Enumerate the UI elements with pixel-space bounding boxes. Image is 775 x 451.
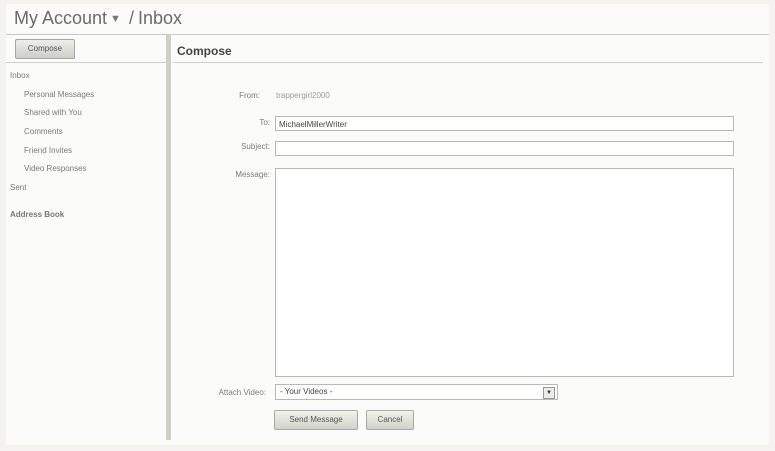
message-textarea[interactable] <box>275 168 734 377</box>
message-label: Message: <box>235 170 270 179</box>
sidebar-divider <box>6 62 166 63</box>
send-message-button[interactable]: Send Message <box>274 410 358 430</box>
sidebar-item-sent[interactable]: Sent <box>10 179 94 198</box>
subject-field[interactable] <box>275 141 734 156</box>
compose-button[interactable]: Compose <box>15 39 75 59</box>
attach-video-label: Attach Video: <box>218 388 266 397</box>
breadcrumb-separator: / <box>128 8 134 28</box>
to-label: To: <box>259 118 270 127</box>
page-title: Compose <box>177 44 232 58</box>
sidebar-item-video-responses[interactable]: Video Responses <box>10 160 94 179</box>
cancel-button[interactable]: Cancel <box>366 410 414 430</box>
sidebar-item-personal-messages[interactable]: Personal Messages <box>10 86 94 105</box>
subject-label: Subject: <box>241 142 270 151</box>
sidebar-item-address-book[interactable]: Address Book <box>10 206 94 225</box>
to-field[interactable]: MichaelMillerWriter <box>275 116 734 131</box>
page-header: My Account ▼ / Inbox <box>6 4 769 35</box>
sidebar-item-comments[interactable]: Comments <box>10 123 94 142</box>
chevron-down-icon[interactable]: ▼ <box>110 13 121 25</box>
attach-video-select[interactable]: - Your Videos - ▼ <box>275 384 558 400</box>
sidebar-item-shared-with-you[interactable]: Shared with You <box>10 104 94 123</box>
breadcrumb-inbox: Inbox <box>137 8 182 28</box>
from-value: trappergirl2000 <box>276 91 330 100</box>
sidebar-item-inbox[interactable]: Inbox <box>10 67 94 86</box>
sidebar-item-friend-invites[interactable]: Friend Invites <box>10 142 94 161</box>
from-label: From: <box>239 91 260 100</box>
main-divider <box>173 62 763 63</box>
dropdown-arrow-icon[interactable]: ▼ <box>543 387 555 399</box>
sidebar-nav: Inbox Personal Messages Shared with You … <box>10 67 94 225</box>
breadcrumb: My Account ▼ / Inbox <box>14 8 182 29</box>
my-account-menu[interactable]: My Account <box>14 8 107 28</box>
sidebar: Compose Inbox Personal Messages Shared w… <box>6 34 171 440</box>
attach-video-selected: - Your Videos - <box>280 387 333 396</box>
